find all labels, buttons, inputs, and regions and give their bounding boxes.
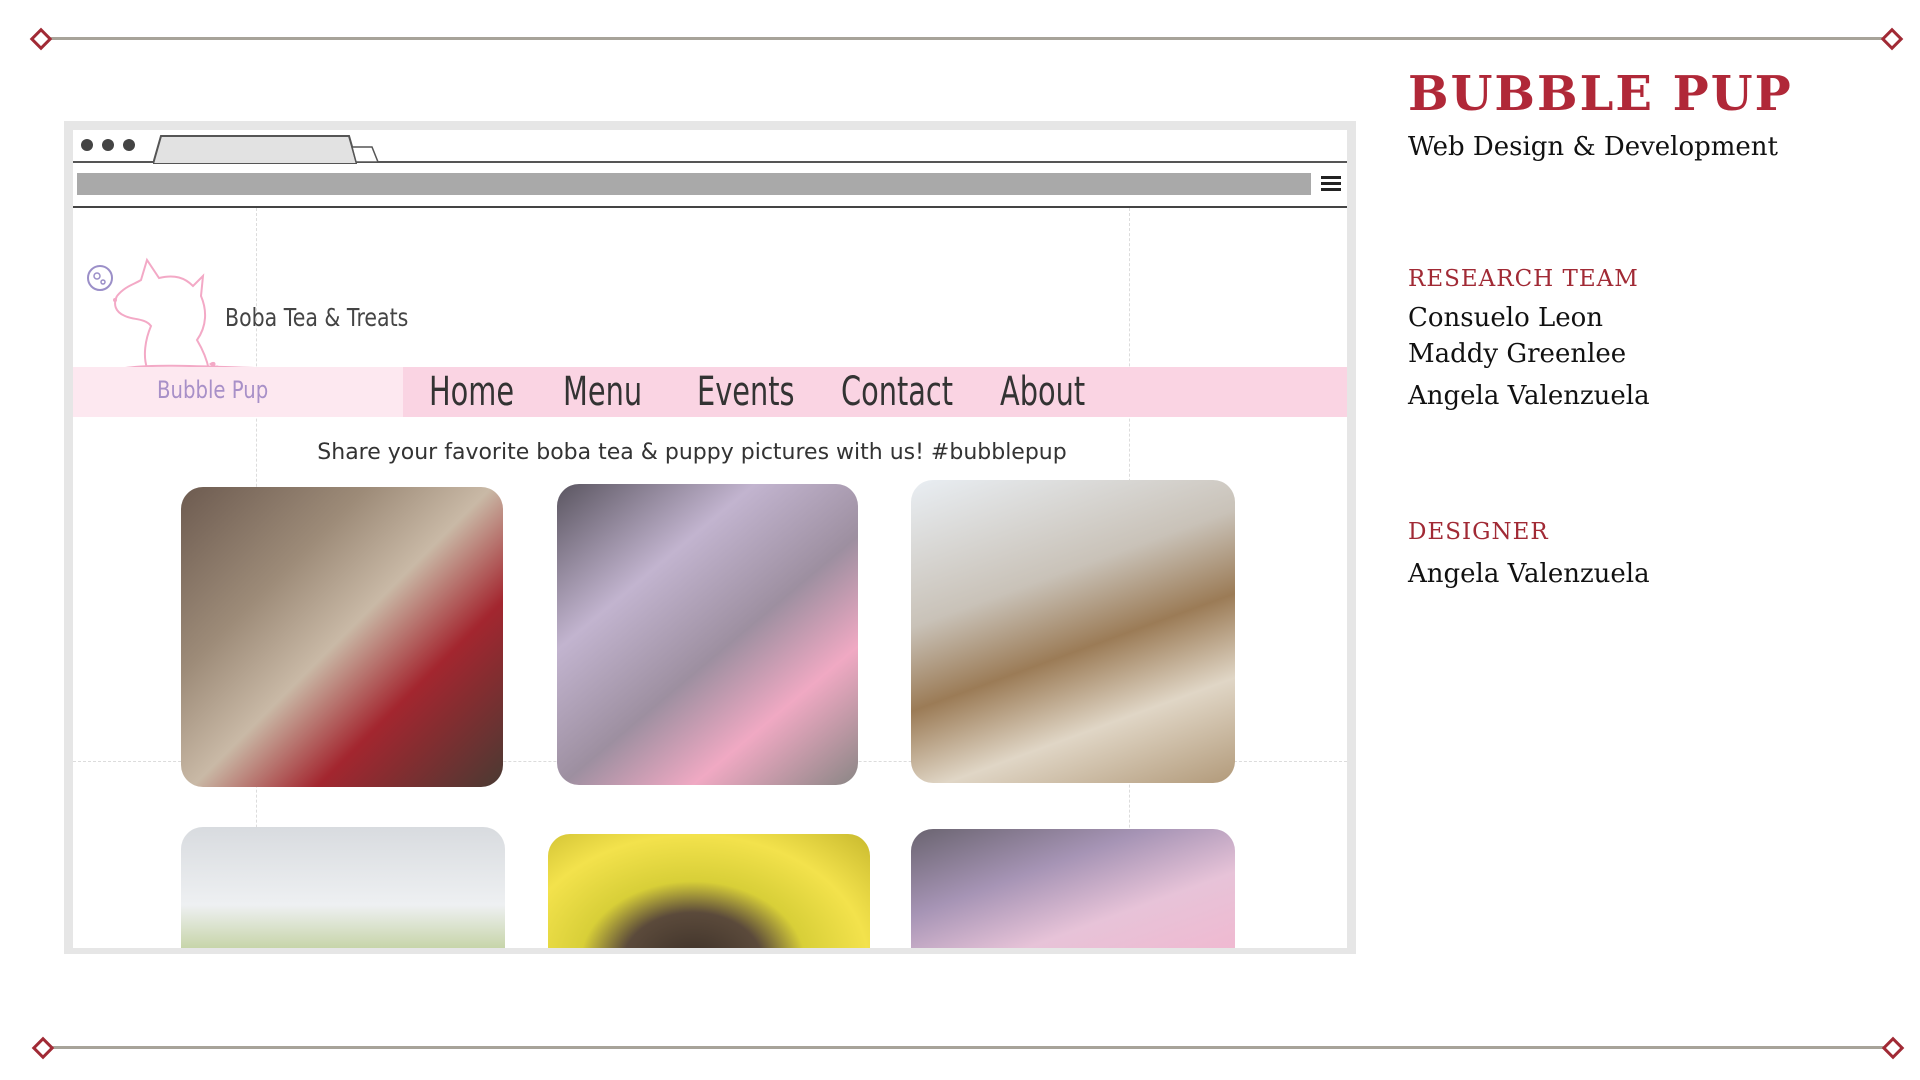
- nav-events[interactable]: Events: [697, 369, 795, 415]
- diamond-ornament-icon: [1881, 1036, 1905, 1060]
- photo-label: boba-cups-photo: [181, 827, 182, 828]
- tagline-text: Share your favorite boba tea & puppy pic…: [317, 440, 1067, 465]
- bottom-rule: [42, 1046, 1894, 1049]
- diamond-ornament-icon: [29, 27, 53, 51]
- logo-text: Boba Tea & Treats: [225, 303, 409, 332]
- window-dot-icon[interactable]: [81, 139, 93, 151]
- designer-name: Angela Valenzuela: [1408, 559, 1650, 589]
- project-subtitle: Web Design & Development: [1408, 132, 1779, 162]
- project-title: BUBBLE PUP: [1408, 66, 1793, 122]
- gallery-photo[interactable]: pink-drink-heart-photo: [911, 829, 1235, 948]
- research-member: Maddy Greenlee: [1408, 339, 1627, 369]
- photo-label: pink-boba-tea-and-yorkie-photo: [181, 487, 182, 488]
- gallery-photo[interactable]: sleeping-dog-photo: [548, 834, 870, 948]
- browser-mockup: Boba Tea & Treats Home Menu Events Conta…: [64, 121, 1356, 954]
- nav-menu[interactable]: Menu: [563, 369, 642, 415]
- nav-home[interactable]: Home: [429, 369, 514, 415]
- diamond-ornament-icon: [1880, 27, 1904, 51]
- photo-label: sleeping-dog-photo: [548, 834, 549, 835]
- research-member: Consuelo Leon: [1408, 303, 1604, 333]
- designer-heading: DESIGNER: [1408, 519, 1549, 545]
- gallery-photo[interactable]: boba-cups-photo: [181, 827, 505, 948]
- photo-label: pink-drink-heart-photo: [911, 829, 912, 830]
- window-controls: [81, 139, 135, 151]
- gallery-photo[interactable]: people-with-dogs-photo: [911, 480, 1235, 783]
- browser-tab[interactable]: [153, 134, 357, 164]
- top-rule: [42, 37, 1894, 40]
- address-bar[interactable]: [77, 173, 1311, 195]
- research-team-heading: RESEARCH TEAM: [1408, 266, 1639, 292]
- window-dot-icon[interactable]: [123, 139, 135, 151]
- new-tab-icon[interactable]: [350, 145, 380, 163]
- research-member: Angela Valenzuela: [1408, 381, 1650, 411]
- nav-about[interactable]: About: [1000, 369, 1085, 415]
- gallery-photo[interactable]: pink-boba-tea-and-yorkie-photo: [181, 487, 503, 787]
- photo-label: two-boba-teas-toast-photo: [557, 484, 558, 485]
- photo-label: people-with-dogs-photo: [911, 480, 912, 481]
- logo-subtitle: Bubble Pup: [157, 376, 269, 404]
- browser-chrome: [73, 130, 1347, 208]
- window-dot-icon[interactable]: [102, 139, 114, 151]
- nav-contact[interactable]: Contact: [841, 369, 953, 415]
- diamond-ornament-icon: [31, 1036, 55, 1060]
- hamburger-icon[interactable]: [1321, 172, 1341, 194]
- browser-viewport: Boba Tea & Treats Home Menu Events Conta…: [73, 130, 1347, 948]
- tagline: Share your favorite boba tea & puppy pic…: [73, 440, 1347, 465]
- gallery-photo[interactable]: two-boba-teas-toast-photo: [557, 484, 858, 785]
